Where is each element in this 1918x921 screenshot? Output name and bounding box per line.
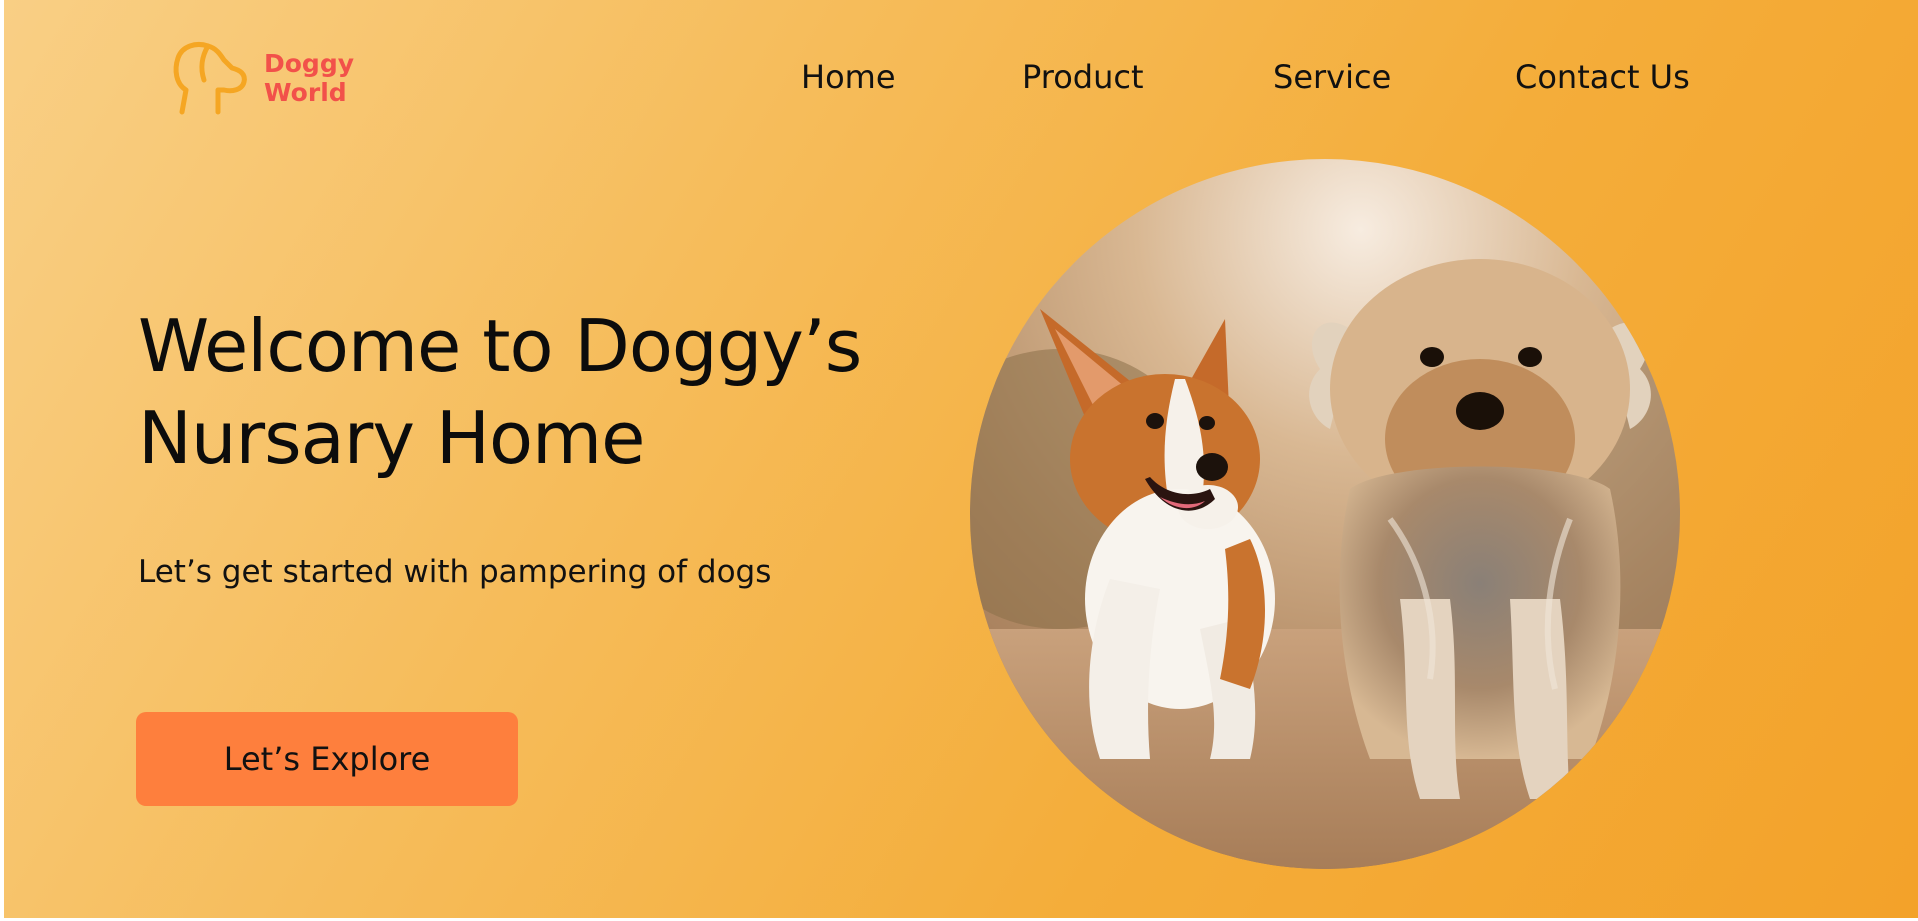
nav-service[interactable]: Service xyxy=(1273,58,1391,96)
landing-page: Doggy World Home Product Service Contact… xyxy=(4,0,1918,918)
hero-title: Welcome to Doggy’s Nursary Home xyxy=(138,300,862,484)
dogs-illustration xyxy=(970,159,1680,869)
explore-button[interactable]: Let’s Explore xyxy=(136,712,518,806)
main-nav: Home Product Service Contact Us xyxy=(4,58,1918,100)
hero-title-line1: Welcome to Doggy’s xyxy=(138,304,862,388)
hero-title-line2: Nursary Home xyxy=(138,396,645,480)
nav-contact-us[interactable]: Contact Us xyxy=(1515,58,1690,96)
nav-product[interactable]: Product xyxy=(1022,58,1144,96)
hero-subtitle: Let’s get started with pampering of dogs xyxy=(138,554,772,590)
yorkie xyxy=(1309,259,1651,799)
nav-home[interactable]: Home xyxy=(801,58,896,96)
two-dogs-photo xyxy=(970,159,1680,869)
